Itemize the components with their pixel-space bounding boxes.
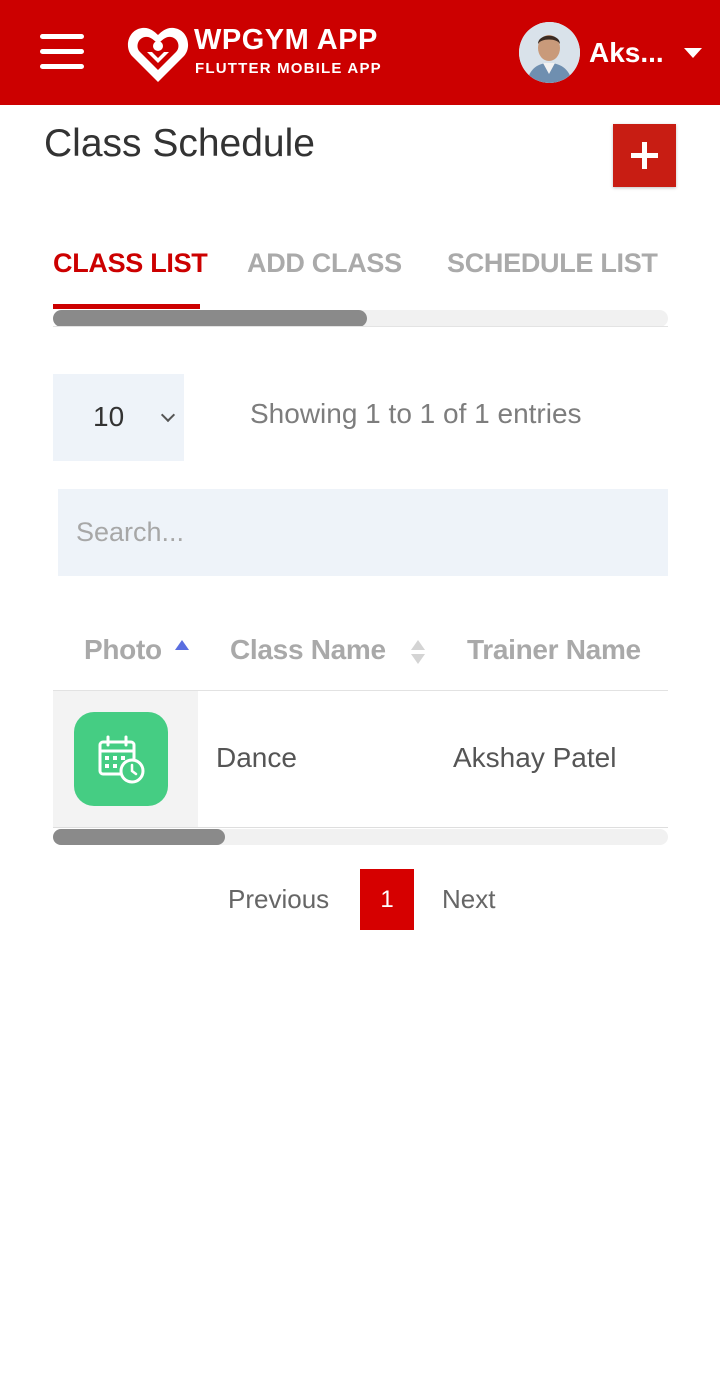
logo-heart-icon xyxy=(127,27,189,82)
logo-title: WPGYM APP xyxy=(194,24,378,56)
class-photo xyxy=(74,712,168,806)
entries-info: Showing 1 to 1 of 1 entries xyxy=(250,398,582,429)
add-class-button[interactable] xyxy=(613,124,676,187)
app-header: WPGYM APP FLUTTER MOBILE APP Aks... xyxy=(0,0,720,105)
pagination-previous[interactable]: Previous xyxy=(228,884,329,915)
avatar[interactable] xyxy=(519,22,580,83)
active-tab-indicator xyxy=(53,304,200,309)
entries-per-page-value: 10 xyxy=(93,401,125,432)
column-header-trainer-name[interactable]: Trainer Name xyxy=(467,634,641,666)
menu-icon[interactable] xyxy=(40,34,84,70)
logo-subtitle: FLUTTER MOBILE APP xyxy=(195,60,382,77)
sort-icon[interactable] xyxy=(411,640,425,666)
tab-add-class[interactable]: ADD CLASS xyxy=(247,248,402,279)
tab-class-list[interactable]: CLASS LIST xyxy=(53,248,208,279)
column-header-photo[interactable]: Photo xyxy=(84,634,162,666)
calendar-clock-icon xyxy=(98,735,145,784)
user-name[interactable]: Aks... xyxy=(589,37,664,69)
pagination-next[interactable]: Next xyxy=(442,884,495,915)
table-row-divider xyxy=(53,827,668,828)
search-input[interactable] xyxy=(58,489,668,576)
sort-ascending-icon[interactable] xyxy=(175,640,189,650)
cell-trainer-name: Akshay Patel xyxy=(453,742,617,773)
tab-schedule-list[interactable]: SCHEDULE LIST xyxy=(447,248,658,279)
tabs-scrollbar-thumb[interactable] xyxy=(53,310,367,327)
entries-per-page-select[interactable]: 10 xyxy=(53,374,184,461)
caret-down-icon[interactable] xyxy=(684,48,702,58)
cell-class-name: Dance xyxy=(216,742,297,773)
chevron-down-icon xyxy=(160,407,176,423)
user-photo-icon xyxy=(519,22,580,83)
pagination-page-1[interactable]: 1 xyxy=(360,869,414,930)
page-title: Class Schedule xyxy=(44,122,315,165)
column-header-class-name[interactable]: Class Name xyxy=(230,634,386,666)
table-scrollbar-thumb[interactable] xyxy=(53,829,225,845)
tabs-divider xyxy=(53,326,668,327)
